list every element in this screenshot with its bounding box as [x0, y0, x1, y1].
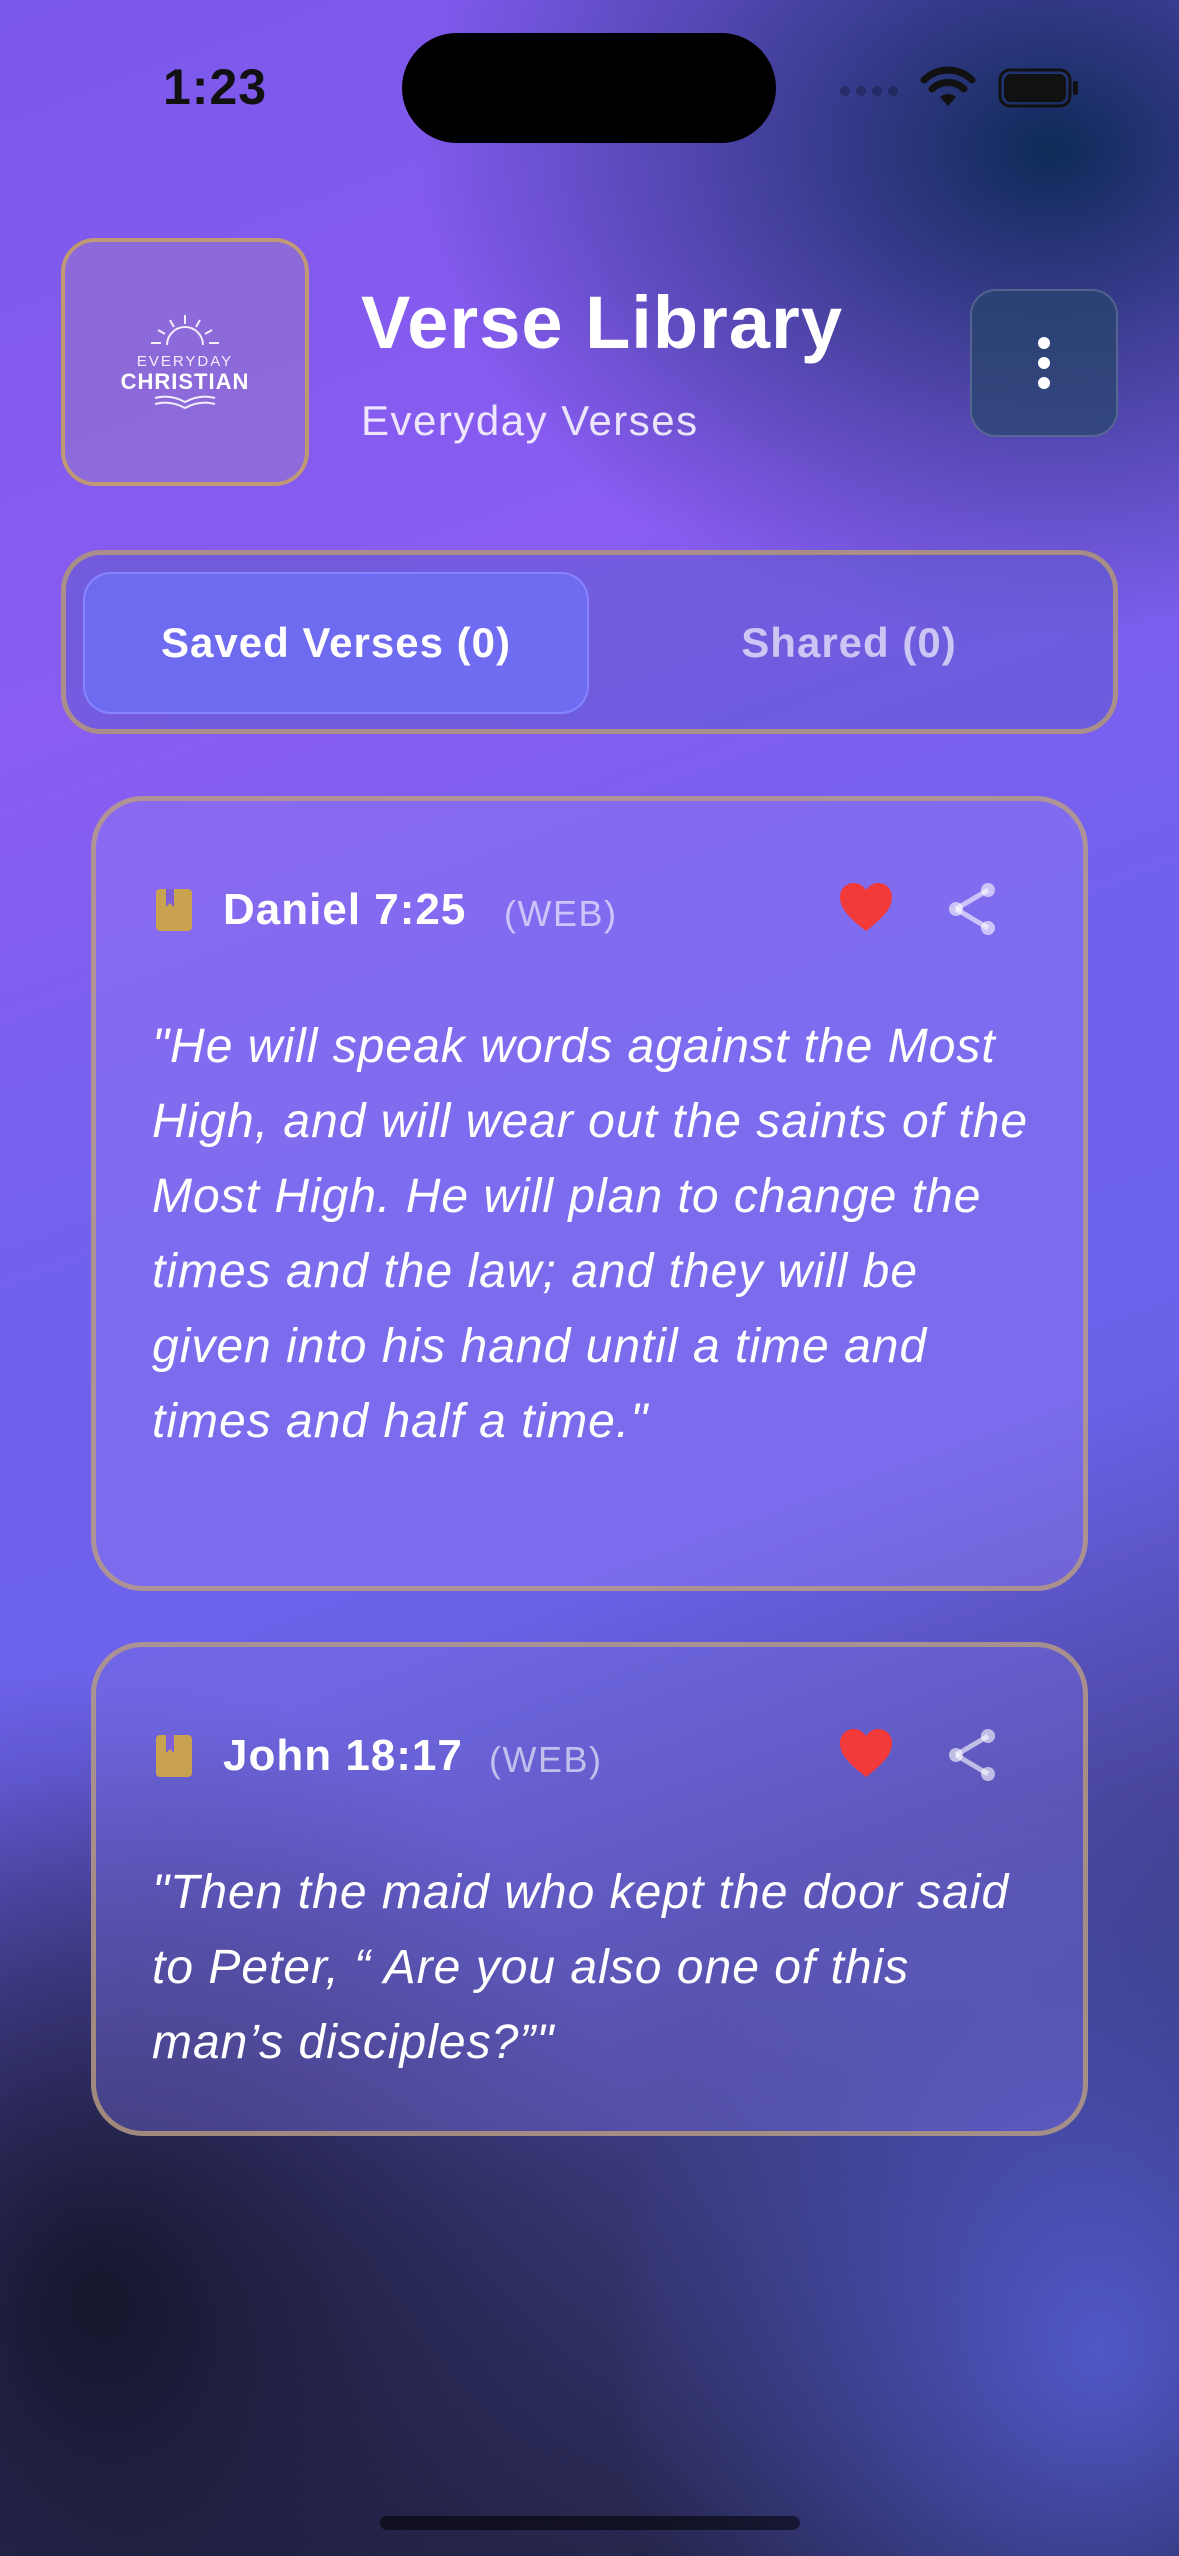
battery-icon — [998, 68, 1078, 108]
home-indicator[interactable] — [380, 2516, 800, 2530]
verse-reference: John 18:17 — [223, 1731, 463, 1780]
share-icon[interactable] — [946, 1727, 998, 1783]
book-icon — [156, 1735, 192, 1777]
status-time: 1:23 — [163, 59, 268, 115]
book-icon — [156, 889, 192, 931]
verse-translation: (WEB) — [489, 1739, 603, 1780]
library-tab-bar: Saved Verses (0) Shared (0) — [61, 550, 1118, 734]
page-title: Verse Library — [361, 281, 843, 364]
verse-card[interactable]: Daniel 7:25 (WEB) "He will speak words a… — [91, 796, 1088, 1591]
verse-text: "He will speak words against the Most Hi… — [152, 1020, 1029, 1448]
verse-reference: Daniel 7:25 — [223, 885, 467, 934]
verse-text: "Then the maid who kept the door said to… — [152, 1866, 1010, 2069]
wifi-icon — [920, 66, 976, 106]
cellular-signal-icon — [840, 86, 898, 96]
tab-saved-verses[interactable]: Saved Verses (0) — [83, 572, 589, 714]
heart-icon[interactable] — [838, 1727, 894, 1779]
verse-translation: (WEB) — [504, 893, 618, 934]
page-subtitle: Everyday Verses — [361, 397, 699, 444]
share-icon[interactable] — [946, 881, 998, 937]
status-indicators — [840, 62, 1080, 118]
sunrise-icon — [151, 314, 219, 345]
dynamic-island — [402, 33, 776, 143]
open-book-icon — [154, 395, 216, 409]
verse-card[interactable]: John 18:17 (WEB) "Then the maid who kept… — [91, 1642, 1088, 2136]
heart-icon[interactable] — [838, 881, 894, 933]
tab-shared[interactable]: Shared (0) — [596, 572, 1102, 714]
more-vertical-icon — [1038, 337, 1050, 389]
logo-text-main: CHRISTIAN — [120, 368, 250, 394]
more-options-button[interactable] — [970, 289, 1118, 437]
app-logo: EVERYDAY CHRISTIAN — [61, 238, 309, 486]
logo-text-top: EVERYDAY — [136, 352, 234, 370]
